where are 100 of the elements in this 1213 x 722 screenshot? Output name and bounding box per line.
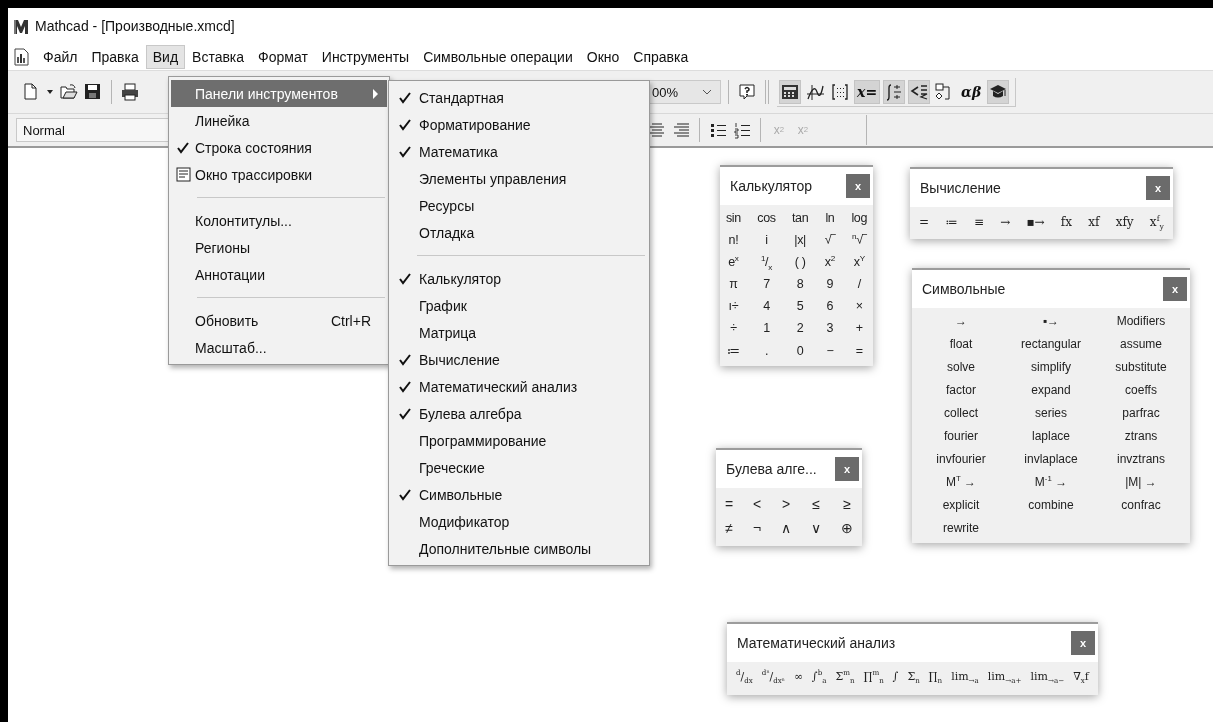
palette-button[interactable]: coeffs: [1096, 383, 1186, 397]
toolbar-button[interactable]: x=: [854, 79, 881, 104]
palette-button[interactable]: 4: [756, 299, 777, 313]
palette-button[interactable]: fourier: [916, 429, 1006, 443]
palette-button[interactable]: solve: [916, 360, 1006, 374]
palette-button[interactable]: cos: [756, 211, 777, 225]
palette-button[interactable]: Σ$_{n}$: [906, 670, 921, 683]
palette-button[interactable]: M$^{T}$ →: [916, 475, 1006, 489]
palette-button[interactable]: →: [916, 314, 1006, 328]
palette-button[interactable]: +: [850, 321, 868, 335]
palette-button[interactable]: ∧: [780, 520, 793, 536]
menu-item[interactable]: Аннотации: [171, 261, 387, 288]
palette-button[interactable]: 1: [756, 321, 777, 335]
palette-button[interactable]: log: [850, 211, 868, 225]
palette-button[interactable]: collect: [916, 406, 1006, 420]
palette-button[interactable]: 8: [791, 277, 810, 291]
close-button[interactable]: x: [1146, 176, 1170, 200]
palette-button[interactable]: invlaplace: [1006, 452, 1096, 466]
palette-button[interactable]: ∇$_{x}$f: [1072, 670, 1090, 683]
menu-item[interactable]: Булева алгебра: [391, 400, 647, 427]
palette-button[interactable]: assume: [1096, 337, 1186, 351]
palette-button[interactable]: √‾: [823, 233, 836, 247]
palette-button[interactable]: $^{1}$/$_{x}$: [756, 255, 777, 269]
palette-button[interactable]: |x|: [791, 233, 810, 247]
menu[interactable]: Формат: [251, 45, 315, 69]
menu-item[interactable]: Элементы управления: [391, 165, 647, 192]
palette-button[interactable]: 2: [791, 321, 810, 335]
palette-button[interactable]: factor: [916, 383, 1006, 397]
toolbar-button[interactable]: [883, 79, 906, 104]
palette-button[interactable]: =: [918, 215, 931, 229]
menu-item[interactable]: Греческие: [391, 454, 647, 481]
menu[interactable]: Вид: [145, 45, 186, 69]
menu-item[interactable]: Панели инструментов: [171, 80, 387, 107]
menu-item[interactable]: Стандартная: [391, 84, 647, 111]
palette-button[interactable]: 0: [791, 343, 810, 358]
palette-button[interactable]: >: [780, 496, 793, 512]
menu-item[interactable]: Отладка: [391, 219, 647, 246]
palette-button[interactable]: x$^{Y}$: [850, 255, 868, 269]
menu-item[interactable]: Масштаб...: [171, 334, 387, 361]
zoom-combo[interactable]: 00%: [650, 80, 722, 104]
close-button[interactable]: x: [846, 174, 870, 198]
palette-button[interactable]: lim$_{→a+}$: [986, 670, 1023, 683]
menu-item[interactable]: Программирование: [391, 427, 647, 454]
palette-button[interactable]: ∨: [810, 520, 823, 536]
palette-button[interactable]: ( ): [791, 255, 810, 269]
palette-button[interactable]: .: [756, 343, 777, 358]
palette-button[interactable]: ∫: [891, 670, 900, 683]
menu-item[interactable]: Калькулятор: [391, 265, 647, 292]
menu-item[interactable]: Дополнительные символы: [391, 535, 647, 562]
palette-button[interactable]: 5: [791, 299, 810, 313]
palette-button[interactable]: M$^{-1}$ →: [1006, 475, 1096, 489]
menu-item[interactable]: Вычисление: [391, 346, 647, 373]
palette-button[interactable]: rewrite: [916, 521, 1006, 535]
palette-button[interactable]: $^{dⁿ}$/$_{dxⁿ}$: [760, 670, 786, 683]
palette-button[interactable]: lim$_{→a−}$: [1029, 670, 1066, 683]
palette-button[interactable]: invfourier: [916, 452, 1006, 466]
palette-button[interactable]: 3: [823, 321, 836, 335]
palette-button[interactable]: ı÷: [725, 299, 742, 313]
menu-item[interactable]: Регионы: [171, 234, 387, 261]
palette-button[interactable]: 9: [823, 277, 836, 291]
document-icon[interactable]: [12, 48, 30, 66]
palette-button[interactable]: x$^{2}$: [823, 255, 836, 269]
palette-button[interactable]: explicit: [916, 498, 1006, 512]
menu-item[interactable]: Математический анализ: [391, 373, 647, 400]
palette-button[interactable]: ≤: [810, 496, 823, 512]
menu-item[interactable]: Форматирование: [391, 111, 647, 138]
palette-button[interactable]: ≡: [972, 215, 985, 229]
palette-button[interactable]: π: [725, 277, 742, 291]
palette-button[interactable]: float: [916, 337, 1006, 351]
palette-button[interactable]: simplify: [1006, 360, 1096, 374]
palette-button[interactable]: Modifiers: [1096, 314, 1186, 328]
palette-button[interactable]: expand: [1006, 383, 1096, 397]
menu[interactable]: Файл: [36, 45, 85, 69]
menu-item[interactable]: Матрица: [391, 319, 647, 346]
palette-button[interactable]: substitute: [1096, 360, 1186, 374]
palette-button[interactable]: lim$_{→a}$: [950, 670, 980, 683]
palette-button[interactable]: =: [850, 343, 868, 358]
palette-button[interactable]: 7: [756, 277, 777, 291]
palette-button[interactable]: ≥: [840, 496, 854, 512]
palette-button[interactable]: tan: [791, 211, 810, 225]
menu[interactable]: Инструменты: [314, 45, 417, 69]
palette-button[interactable]: laplace: [1006, 429, 1096, 443]
palette-button[interactable]: ×: [850, 299, 868, 313]
palette-button[interactable]: ▪→: [1025, 215, 1046, 229]
menu-item[interactable]: График: [391, 292, 647, 319]
palette-button[interactable]: n!: [725, 233, 742, 247]
menu[interactable]: Окно: [579, 45, 627, 69]
palette-button[interactable]: 6: [823, 299, 836, 313]
menu[interactable]: Вставка: [185, 45, 252, 69]
palette-button[interactable]: fx: [1059, 215, 1073, 229]
menu-item[interactable]: Математика: [391, 138, 647, 165]
palette-button[interactable]: i: [756, 233, 777, 247]
palette-button[interactable]: xfy: [1114, 215, 1135, 229]
menu-item[interactable]: Ресурсы: [391, 192, 647, 219]
palette-button[interactable]: −: [823, 343, 836, 358]
palette-button[interactable]: series: [1006, 406, 1096, 420]
menu-item[interactable]: Модификатор: [391, 508, 647, 535]
palette-button[interactable]: =: [724, 496, 735, 512]
palette-button[interactable]: |M| →: [1096, 475, 1186, 489]
palette-button[interactable]: ▪→: [1006, 314, 1096, 328]
